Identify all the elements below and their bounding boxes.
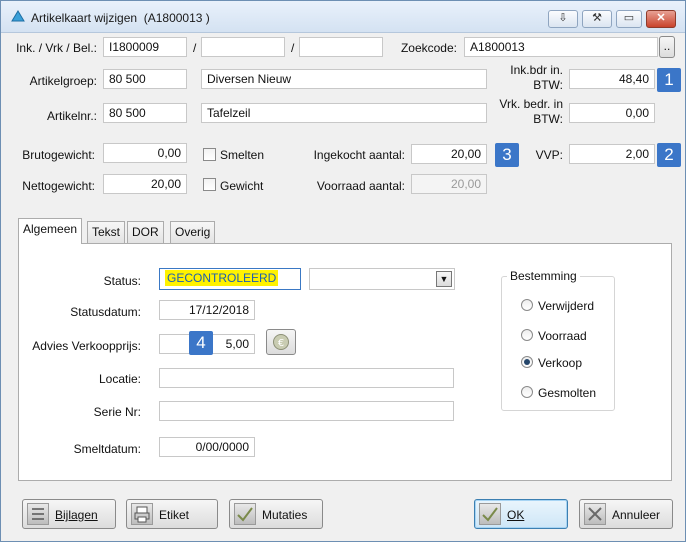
dialog-window: Artikelkaart wijzigen (A1800013 ) ⇩ ⚒ ▭ … — [0, 0, 686, 542]
collapse-button[interactable]: ⇩ — [548, 10, 578, 28]
brutogewicht-field[interactable]: 0,00 — [103, 143, 187, 163]
locatie-label: Locatie: — [98, 372, 141, 386]
vvp-label: VVP: — [535, 148, 563, 162]
status-value: GECONTROLEERD — [165, 270, 279, 286]
list-icon — [27, 503, 49, 525]
marker-badge-2: 2 — [657, 143, 681, 167]
artikelnr-label: Artikelnr.: — [46, 109, 97, 123]
marker-badge-3: 3 — [495, 143, 519, 167]
smelten-label: Smelten — [220, 148, 265, 162]
radio-verwijderd-label: Verwijderd — [538, 299, 595, 313]
tab-overig[interactable]: Overig — [170, 221, 216, 243]
radio-voorraad-label: Voorraad — [538, 329, 587, 343]
locatie-field[interactable] — [159, 368, 454, 388]
radio-verkoop-label: Verkoop — [538, 356, 583, 370]
artikelgroep-desc-field[interactable]: Diversen Nieuw — [201, 69, 487, 89]
voorraad-aantal-label: Voorraad aantal: — [316, 179, 405, 193]
vrkbdr-field[interactable]: 0,00 — [569, 103, 655, 123]
artikelnr-code-field[interactable]: 80 500 — [103, 103, 187, 123]
inkbdr-field[interactable]: 48,40 — [569, 69, 655, 89]
minimize-button[interactable]: ▭ — [616, 10, 642, 28]
ink-field-1[interactable]: I1800009 — [103, 37, 187, 57]
bijlagen-label: Bijlagen — [55, 508, 98, 522]
serie-nr-field[interactable] — [159, 401, 454, 421]
window-title: Artikelkaart wijzigen (A1800013 ) — [31, 11, 210, 25]
mutaties-button[interactable]: Mutaties — [229, 499, 323, 529]
marker-badge-4: 4 — [189, 331, 213, 355]
tab-tekst[interactable]: Tekst — [87, 221, 126, 243]
title-bar: Artikelkaart wijzigen (A1800013 ) ⇩ ⚒ ▭ … — [1, 1, 685, 33]
bijlagen-button[interactable]: Bijlagen — [22, 499, 116, 529]
ink-label: Ink. / Vrk / Bel.: — [16, 41, 97, 55]
zoekcode-field[interactable]: A1800013 — [464, 37, 658, 57]
zoekcode-label: Zoekcode: — [400, 41, 457, 55]
minimize-icon: ▭ — [623, 12, 635, 24]
svg-text:€: € — [278, 338, 284, 349]
nettogewicht-label: Nettogewicht: — [22, 179, 95, 193]
serie-nr-label: Serie Nr: — [93, 405, 141, 419]
ink-separator-1: / — [193, 41, 197, 55]
statusdatum-field[interactable]: 17/12/2018 — [159, 300, 255, 320]
voorraad-aantal-field: 20,00 — [411, 174, 487, 194]
advies-verkoopprijs-label: Advies Verkoopprijs: — [32, 339, 141, 353]
ink-separator-2: / — [291, 41, 295, 55]
vvp-field[interactable]: 2,00 — [569, 144, 655, 164]
ingekocht-field[interactable]: 20,00 — [411, 144, 487, 164]
status-select[interactable]: ▼ — [309, 268, 455, 290]
ingekocht-label: Ingekocht aantal: — [313, 148, 405, 162]
check-icon — [234, 503, 256, 525]
gewicht-label: Gewicht — [220, 179, 264, 193]
radio-verwijderd[interactable] — [521, 299, 533, 311]
ink-field-2[interactable] — [201, 37, 285, 57]
artikelgroep-label: Artikelgroep: — [29, 74, 97, 88]
status-field[interactable]: GECONTROLEERD — [159, 268, 301, 290]
cross-icon — [584, 503, 606, 525]
smeltdatum-field[interactable]: 0/00/0000 — [159, 437, 255, 457]
euro-icon: € — [273, 334, 289, 350]
radio-gesmolten[interactable] — [521, 386, 533, 398]
brutogewicht-label: Brutogewicht: — [22, 148, 95, 162]
wrench-icon: ⚒ — [592, 12, 602, 24]
close-button[interactable]: ✕ — [646, 10, 676, 28]
collapse-icon: ⇩ — [558, 12, 568, 24]
ok-button[interactable]: OK — [474, 499, 568, 529]
smeltdatum-label: Smeltdatum: — [73, 442, 141, 456]
vrkbdr-label-line2: BTW: — [533, 112, 563, 126]
inkbdr-label-line1: Ink.bdr in. — [510, 63, 563, 77]
zoekcode-browse-button[interactable]: .. — [659, 36, 675, 58]
chevron-down-icon[interactable]: ▼ — [436, 271, 452, 287]
inkbdr-label-line2: BTW: — [533, 78, 563, 92]
browse-label: .. — [663, 39, 671, 53]
etiket-button[interactable]: Etiket — [126, 499, 218, 529]
tab-dor[interactable]: DOR — [127, 221, 164, 243]
radio-gesmolten-label: Gesmolten — [538, 386, 597, 400]
etiket-label: Etiket — [159, 508, 190, 522]
annuleer-label: Annuleer — [612, 508, 661, 522]
euro-calc-button[interactable]: € — [266, 329, 296, 355]
ok-label: OK — [507, 508, 525, 522]
title-code: (A1800013 ) — [143, 11, 210, 25]
status-label: Status: — [103, 274, 141, 288]
printer-icon — [131, 503, 153, 525]
mutaties-label: Mutaties — [262, 508, 308, 522]
pin-button[interactable]: ⚒ — [582, 10, 612, 28]
artikelnr-desc-field[interactable]: Tafelzeil — [201, 103, 487, 123]
bestemming-title: Bestemming — [507, 269, 580, 283]
annuleer-button[interactable]: Annuleer — [579, 499, 673, 529]
nettogewicht-field[interactable]: 20,00 — [103, 174, 187, 194]
gewicht-checkbox[interactable] — [203, 178, 216, 191]
statusdatum-label: Statusdatum: — [70, 305, 141, 319]
artikelgroep-code-field[interactable]: 80 500 — [103, 69, 187, 89]
smelten-checkbox[interactable] — [203, 148, 216, 161]
close-icon: ✕ — [656, 12, 666, 24]
radio-verkoop[interactable] — [521, 356, 533, 368]
title-label: Artikelkaart wijzigen — [31, 11, 138, 25]
radio-voorraad[interactable] — [521, 329, 533, 341]
tab-algemeen[interactable]: Algemeen — [18, 218, 83, 244]
marker-badge-1: 1 — [657, 68, 681, 92]
app-triangle-icon — [11, 10, 25, 22]
check-icon — [479, 503, 501, 525]
vrkbdr-label-line1: Vrk. bedr. in — [499, 97, 563, 111]
ink-field-3[interactable] — [299, 37, 383, 57]
